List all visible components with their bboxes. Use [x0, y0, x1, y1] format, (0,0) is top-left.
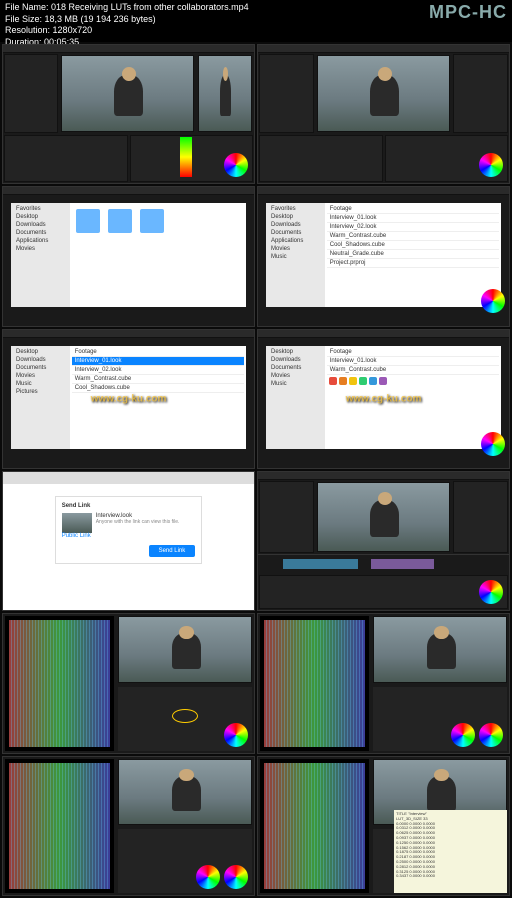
- color-wheel-icon: [479, 580, 503, 604]
- clip[interactable]: [371, 559, 434, 569]
- send-link-button[interactable]: Send Link: [149, 545, 196, 557]
- color-wheel-icon: [481, 289, 505, 313]
- color-wheel-icon: [479, 723, 503, 747]
- thumb-6[interactable]: Desktop Downloads Documents Movies Music…: [257, 329, 510, 469]
- sidebar-item[interactable]: Movies: [268, 245, 323, 253]
- file-open-dialog[interactable]: Favorites Desktop Downloads Documents Ap…: [11, 203, 246, 307]
- thumb-3[interactable]: Favorites Desktop Downloads Documents Ap…: [2, 186, 255, 326]
- sidebar-item[interactable]: Music: [268, 253, 323, 261]
- fb-sidebar: Favorites Desktop Downloads Documents Ap…: [11, 203, 70, 307]
- file-row[interactable]: Neutral_Grade.cube: [327, 250, 499, 259]
- file-row[interactable]: Footage: [327, 205, 499, 214]
- public-link-label[interactable]: Public Link: [62, 533, 196, 539]
- sidebar-item[interactable]: Downloads: [13, 221, 68, 229]
- send-link-thumb: [62, 513, 92, 533]
- thumb-1[interactable]: [2, 44, 255, 184]
- file-row[interactable]: Interview_02.look: [327, 223, 499, 232]
- color-wheel-icon: [224, 723, 248, 747]
- color-wheel-icon: [224, 153, 248, 177]
- clip[interactable]: [283, 559, 358, 569]
- lumetri-panel[interactable]: [118, 687, 252, 751]
- color-wheel-icon: [451, 723, 475, 747]
- file-row[interactable]: Interview_01.look: [327, 214, 499, 223]
- folder-icon[interactable]: [76, 209, 100, 233]
- file-row[interactable]: Project.prproj: [327, 259, 499, 268]
- sidebar-item[interactable]: Downloads: [268, 221, 323, 229]
- file-meta: File Name: 018 Receiving LUTs from other…: [5, 2, 249, 49]
- thumb-2[interactable]: [257, 44, 510, 184]
- sidebar-item[interactable]: Favorites: [268, 205, 323, 213]
- sidebar-item[interactable]: Desktop: [268, 213, 323, 221]
- color-wheel-icon: [481, 432, 505, 456]
- thumb-5[interactable]: Desktop Downloads Documents Movies Music…: [2, 329, 255, 469]
- file-row[interactable]: Cool_Shadows.cube: [327, 241, 499, 250]
- thumb-12[interactable]: TITLE "Interview" LUT_3D_SIZE 33 0.0000 …: [257, 756, 510, 896]
- color-wheel-icon: [479, 153, 503, 177]
- color-label-swatches[interactable]: [327, 375, 499, 387]
- fb-icon-view[interactable]: [70, 203, 246, 307]
- info-header: File Name: 018 Receiving LUTs from other…: [0, 0, 512, 42]
- thumb-11[interactable]: [2, 756, 255, 896]
- timeline[interactable]: [258, 554, 509, 574]
- thumb-9[interactable]: [2, 613, 255, 753]
- sidebar-item[interactable]: Documents: [268, 229, 323, 237]
- color-wheel-icon: [224, 865, 248, 889]
- thumb-7[interactable]: Send Link Interview.look Anyone with the…: [2, 471, 255, 611]
- app-name: MPC-HC: [429, 2, 507, 23]
- folder-icon[interactable]: [108, 209, 132, 233]
- sidebar-item[interactable]: Movies: [13, 245, 68, 253]
- thumb-4[interactable]: Favorites Desktop Downloads Documents Ap…: [257, 186, 510, 326]
- folder-icon[interactable]: [140, 209, 164, 233]
- send-link-title: Send Link: [62, 503, 196, 509]
- sidebar-item[interactable]: Desktop: [13, 213, 68, 221]
- file-open-dialog[interactable]: Favorites Desktop Downloads Documents Ap…: [266, 203, 501, 307]
- thumb-8[interactable]: [257, 471, 510, 611]
- file-row-selected[interactable]: Interview_01.look: [72, 357, 244, 366]
- waveform-scope: [260, 616, 369, 750]
- file-row[interactable]: Warm_Contrast.cube: [327, 232, 499, 241]
- browser-toolbar[interactable]: [3, 472, 254, 484]
- sidebar-item[interactable]: Applications: [13, 237, 68, 245]
- sidebar-item[interactable]: Documents: [13, 229, 68, 237]
- sidebar-item[interactable]: Favorites: [13, 205, 68, 213]
- waveform-scope: [5, 616, 114, 750]
- thumbnail-grid: Favorites Desktop Downloads Documents Ap…: [0, 42, 512, 898]
- thumb-10[interactable]: [257, 613, 510, 753]
- send-link-card: Send Link Interview.look Anyone with the…: [55, 496, 203, 564]
- color-wheel-icon: [196, 865, 220, 889]
- sidebar-item[interactable]: Applications: [268, 237, 323, 245]
- lut-text-file: TITLE "Interview" LUT_3D_SIZE 33 0.0000 …: [394, 810, 507, 893]
- highlight-ring: [172, 709, 198, 723]
